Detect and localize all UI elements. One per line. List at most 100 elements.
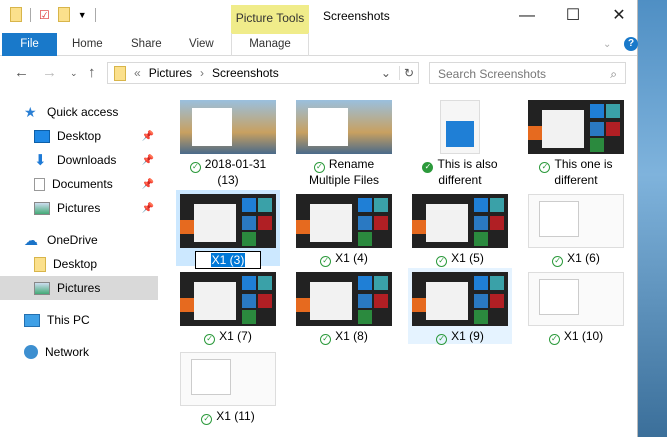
sidebar-item-onedrive[interactable]: ☁ OneDrive	[0, 228, 158, 252]
back-icon[interactable]: ←	[14, 64, 29, 81]
thumbnail	[180, 272, 276, 326]
download-icon: ⬇	[34, 151, 47, 169]
rename-selection: X1 (3)	[210, 253, 246, 267]
file-label: ✓ X1 (10)	[524, 329, 628, 345]
sync-status-icon: ✓	[201, 414, 213, 425]
quick-access-toolbar: ☑ ▼	[10, 7, 96, 22]
navigation-pane: ★ Quick access Desktop 📌 ⬇ Downloads 📌 Document…	[0, 100, 158, 364]
folder-icon	[114, 65, 126, 81]
sidebar-item-label: Pictures	[57, 281, 101, 295]
tab-share[interactable]: Share	[131, 33, 162, 56]
file-item[interactable]: ✓ X1 (11)	[176, 348, 280, 425]
sync-status-icon: ✓	[539, 162, 551, 173]
sidebar-item-label: Documents	[52, 177, 113, 191]
file-item[interactable]: X1 (3)	[176, 190, 280, 269]
thumbnail	[412, 194, 508, 248]
sidebar-item-quick-access[interactable]: ★ Quick access	[0, 100, 158, 124]
pin-icon[interactable]: 📌	[142, 179, 154, 190]
title-bar: ☑ ▼ Picture Tools Screenshots — ☐ ✕	[0, 0, 637, 34]
forward-icon[interactable]: →	[42, 64, 57, 81]
file-item[interactable]: ✓ X1 (7)	[176, 268, 280, 345]
maximize-button[interactable]: ☐	[550, 0, 596, 33]
sync-status-icon: ✓	[320, 334, 332, 345]
address-bar[interactable]: « Pictures › Screenshots ⌄ ↻	[107, 62, 419, 84]
rename-input[interactable]: X1 (3)	[195, 251, 261, 269]
file-item[interactable]: ✓ This is also different	[408, 96, 512, 187]
file-label: ✓ X1 (7)	[176, 329, 280, 345]
file-item[interactable]: ✓ X1 (10)	[524, 268, 628, 345]
sidebar-item-label: Desktop	[53, 257, 98, 271]
sidebar-item-desktop[interactable]: Desktop	[0, 252, 158, 276]
sidebar-item-label: Network	[45, 345, 90, 359]
file-item[interactable]: ✓ 2018-01-31 (13)	[176, 96, 280, 187]
pin-icon[interactable]: 📌	[142, 131, 154, 142]
sidebar-item-downloads[interactable]: ⬇ Downloads 📌	[0, 148, 158, 172]
file-item[interactable]: ✓ X1 (5)	[408, 190, 512, 267]
properties-icon[interactable]: ☑	[39, 8, 50, 22]
file-item[interactable]: ✓ X1 (8)	[292, 268, 396, 345]
file-name: X1 (10)	[563, 329, 604, 343]
window-title: Screenshots	[323, 9, 390, 23]
refresh-icon[interactable]: ↻	[398, 66, 418, 80]
file-name: X1 (7)	[219, 329, 252, 343]
search-input[interactable]: Search Screenshots ⌕	[429, 62, 626, 84]
sidebar-item-label: OneDrive	[47, 233, 98, 247]
up-icon[interactable]: ↑	[88, 64, 96, 81]
sidebar-item-this-pc[interactable]: This PC	[0, 308, 158, 332]
sidebar-item-network[interactable]: Network	[0, 340, 158, 364]
file-label: X1 (3)	[176, 251, 280, 269]
chevron-right-icon: ›	[200, 66, 205, 80]
pin-icon[interactable]: 📌	[142, 203, 154, 214]
cloud-icon: ☁	[24, 231, 38, 248]
sidebar-item-documents[interactable]: Documents 📌	[0, 172, 158, 196]
pictures-icon	[34, 281, 50, 295]
recent-locations-icon[interactable]: ⌄	[70, 68, 78, 79]
breadcrumb-screenshots[interactable]: Screenshots	[212, 66, 279, 80]
file-label: ✓ X1 (8)	[292, 329, 396, 345]
file-name: X1 (6)	[567, 251, 600, 265]
expand-ribbon-icon[interactable]: ⌄	[603, 33, 611, 56]
search-placeholder: Search Screenshots	[438, 67, 547, 81]
pin-icon[interactable]: 📌	[142, 155, 154, 166]
thumbnail	[412, 272, 508, 326]
sidebar-item-pictures[interactable]: Pictures 📌	[0, 196, 158, 220]
address-dropdown-icon[interactable]: ⌄	[381, 66, 391, 80]
sidebar-item-desktop[interactable]: Desktop 📌	[0, 124, 158, 148]
folder-icon	[34, 256, 46, 272]
breadcrumb-overflow[interactable]: «	[134, 66, 141, 80]
desktop-icon	[34, 129, 50, 143]
tab-view[interactable]: View	[189, 33, 214, 56]
file-item[interactable]: ✓ Rename Multiple Files	[292, 96, 396, 187]
thumbnail	[296, 272, 392, 326]
file-name: This one is different	[554, 157, 613, 187]
sidebar-item-pictures[interactable]: Pictures	[0, 276, 158, 300]
file-label: ✓ X1 (5)	[408, 251, 512, 267]
sidebar-item-label: Downloads	[57, 153, 117, 167]
tab-home[interactable]: Home	[72, 33, 103, 56]
sync-status-icon: ✓	[204, 334, 216, 345]
sidebar-item-label: Quick access	[47, 105, 119, 119]
new-folder-icon[interactable]	[57, 7, 70, 22]
tab-file[interactable]: File	[2, 33, 57, 56]
breadcrumb-pictures[interactable]: Pictures	[149, 66, 192, 80]
sidebar-item-label: Desktop	[57, 129, 102, 143]
thumbnail	[296, 194, 392, 248]
file-item[interactable]: ✓ This one is different	[524, 96, 628, 188]
thumbnail	[528, 100, 624, 154]
file-item[interactable]: ✓ X1 (9)	[408, 268, 512, 345]
thumbnail	[180, 194, 276, 248]
help-icon[interactable]: ?	[624, 37, 638, 51]
customize-toolbar-icon[interactable]: ▼	[78, 10, 87, 20]
picture-tools-context-tab: Picture Tools	[231, 5, 309, 34]
file-item[interactable]: ✓ X1 (6)	[524, 190, 628, 267]
tab-manage[interactable]: Manage	[231, 33, 309, 56]
file-item[interactable]: ✓ X1 (4)	[292, 190, 396, 267]
minimize-button[interactable]: —	[504, 0, 550, 33]
file-explorer-window: ☑ ▼ Picture Tools Screenshots — ☐ ✕ File…	[0, 0, 638, 437]
file-label: ✓ This one is different	[524, 157, 628, 188]
thumbnail	[528, 194, 624, 248]
thumbnail	[180, 100, 276, 154]
documents-icon	[34, 177, 45, 191]
sync-status-icon: ✓	[552, 256, 564, 267]
close-button[interactable]: ✕	[596, 0, 642, 33]
